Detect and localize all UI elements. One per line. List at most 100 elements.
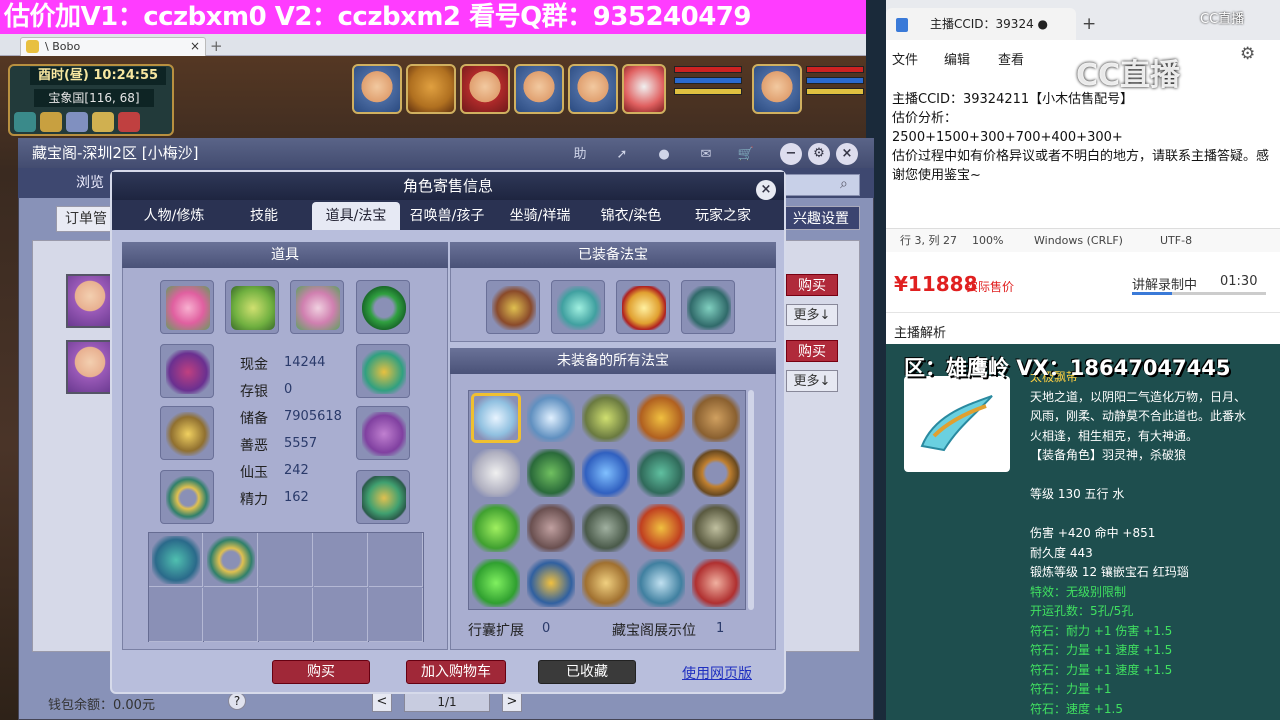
menu-view[interactable]: 查看 <box>998 49 1024 68</box>
treasure-item[interactable] <box>527 394 575 442</box>
effect-line: 符石：耐力 +1 伤害 +1.5 <box>1030 623 1173 638</box>
listing-avatar[interactable] <box>66 340 114 394</box>
treasure-item[interactable] <box>637 394 685 442</box>
selected-treasure[interactable] <box>471 393 521 443</box>
search-icon[interactable] <box>66 112 88 132</box>
inventory-cell[interactable] <box>259 588 313 642</box>
tab-character[interactable]: 人物/修炼 <box>128 202 220 230</box>
hobby-settings-button[interactable]: 兴趣设置 <box>782 206 860 230</box>
item-slot[interactable] <box>356 406 410 460</box>
new-tab-button[interactable]: + <box>1082 14 1096 34</box>
message-icon[interactable]: ✉ <box>694 145 718 165</box>
ring-item[interactable] <box>207 536 255 584</box>
inventory-cell[interactable] <box>204 588 258 642</box>
pet-avatar[interactable] <box>622 64 666 114</box>
buy-button[interactable]: 购买 <box>786 340 838 362</box>
treasure-item[interactable] <box>472 559 520 607</box>
treasure-item[interactable] <box>472 504 520 552</box>
order-tab[interactable]: 订单管 <box>56 206 116 232</box>
new-tab-button[interactable]: + <box>210 37 223 55</box>
treasure-slot[interactable] <box>486 280 540 334</box>
treasure-item[interactable] <box>582 504 630 552</box>
item-slot[interactable] <box>160 280 214 334</box>
team-avatar[interactable] <box>406 64 456 114</box>
treasure-slot[interactable] <box>616 280 670 334</box>
minimize-button[interactable]: − <box>780 143 802 165</box>
more-button[interactable]: 更多↓ <box>786 370 838 392</box>
inventory-cell[interactable] <box>314 588 368 642</box>
settings-gear-icon[interactable]: ⚙ <box>808 143 830 165</box>
browser-tab[interactable]: \ Bobo × <box>20 37 206 56</box>
inventory-cell[interactable] <box>369 533 423 587</box>
browse-tab[interactable]: 浏览 <box>76 172 104 192</box>
treasure-item[interactable] <box>692 559 740 607</box>
close-dialog-button[interactable]: × <box>756 180 776 200</box>
tab-skills[interactable]: 技能 <box>228 202 300 230</box>
collected-button[interactable]: 已收藏 <box>538 660 636 684</box>
next-page-button[interactable]: > <box>502 692 522 712</box>
treasure-item[interactable] <box>527 559 575 607</box>
player-avatar[interactable] <box>752 64 802 114</box>
buy-button[interactable]: 购买 <box>272 660 370 684</box>
map-icon[interactable] <box>14 112 36 132</box>
inventory-cell[interactable] <box>259 533 313 587</box>
treasure-item[interactable] <box>637 449 685 497</box>
treasure-slot[interactable] <box>681 280 735 334</box>
treasure-item[interactable] <box>637 559 685 607</box>
listing-avatar[interactable] <box>66 274 114 328</box>
item-slot[interactable] <box>356 280 410 334</box>
tab-summons[interactable]: 召唤兽/孩子 <box>404 202 490 230</box>
inventory-cell[interactable] <box>314 533 368 587</box>
treasure-scrollbar[interactable] <box>748 390 754 610</box>
menu-file[interactable]: 文件 <box>892 49 918 68</box>
team-avatar[interactable] <box>460 64 510 114</box>
treasure-slot[interactable] <box>551 280 605 334</box>
treasure-item[interactable] <box>582 559 630 607</box>
treasure-item[interactable] <box>692 504 740 552</box>
inventory-cell[interactable] <box>369 588 423 642</box>
team-avatar[interactable] <box>352 64 402 114</box>
treasure-item[interactable] <box>472 449 520 497</box>
tab-mounts[interactable]: 坐骑/祥瑞 <box>496 202 584 230</box>
buy-button[interactable]: 购买 <box>786 274 838 296</box>
more-button[interactable]: 更多↓ <box>786 304 838 326</box>
calendar-icon[interactable] <box>118 112 140 132</box>
web-version-link[interactable]: 使用网页版 <box>682 663 752 683</box>
tab-home[interactable]: 玩家之家 <box>680 202 766 230</box>
item-slot[interactable] <box>356 344 410 398</box>
scroll-item[interactable] <box>152 536 200 584</box>
treasure-item[interactable] <box>527 449 575 497</box>
add-to-cart-button[interactable]: 加入购物车 <box>406 660 506 684</box>
close-tab-icon[interactable]: × <box>190 38 200 55</box>
bag-icon[interactable] <box>92 112 114 132</box>
menu-edit[interactable]: 编辑 <box>944 49 970 68</box>
item-slot[interactable] <box>225 280 279 334</box>
inventory-cell[interactable] <box>149 588 203 642</box>
item-slot[interactable] <box>290 280 344 334</box>
notepad-text[interactable]: 主播CCID：39324211【小木估售配号】 估价分析： 2500+1500+… <box>892 90 1276 185</box>
treasure-item[interactable] <box>692 394 740 442</box>
item-slot[interactable] <box>160 470 214 524</box>
tab-outfits[interactable]: 锦衣/染色 <box>588 202 674 230</box>
search-icon[interactable]: ⌕ <box>840 176 848 192</box>
help-icon[interactable]: ? <box>228 692 246 710</box>
book-icon[interactable] <box>40 112 62 132</box>
treasure-item[interactable] <box>637 504 685 552</box>
item-slot[interactable] <box>356 470 410 524</box>
treasure-item[interactable] <box>582 394 630 442</box>
item-slot[interactable] <box>160 344 214 398</box>
notepad-tab[interactable]: 主播CCID：39324 ● <box>886 8 1076 40</box>
tab-items[interactable]: 道具/法宝 <box>312 202 400 230</box>
team-avatar[interactable] <box>568 64 618 114</box>
team-avatar[interactable] <box>514 64 564 114</box>
treasure-item[interactable] <box>527 504 575 552</box>
record-icon[interactable]: ● <box>652 145 676 165</box>
treasure-item[interactable] <box>582 449 630 497</box>
treasure-item[interactable] <box>692 449 740 497</box>
close-window-button[interactable]: × <box>836 143 858 165</box>
prev-page-button[interactable]: < <box>372 692 392 712</box>
share-icon[interactable]: ➚ <box>610 145 634 165</box>
item-slot[interactable] <box>160 406 214 460</box>
cart-icon[interactable]: 🛒 <box>734 145 758 165</box>
help-icon[interactable]: 助 <box>568 145 592 165</box>
